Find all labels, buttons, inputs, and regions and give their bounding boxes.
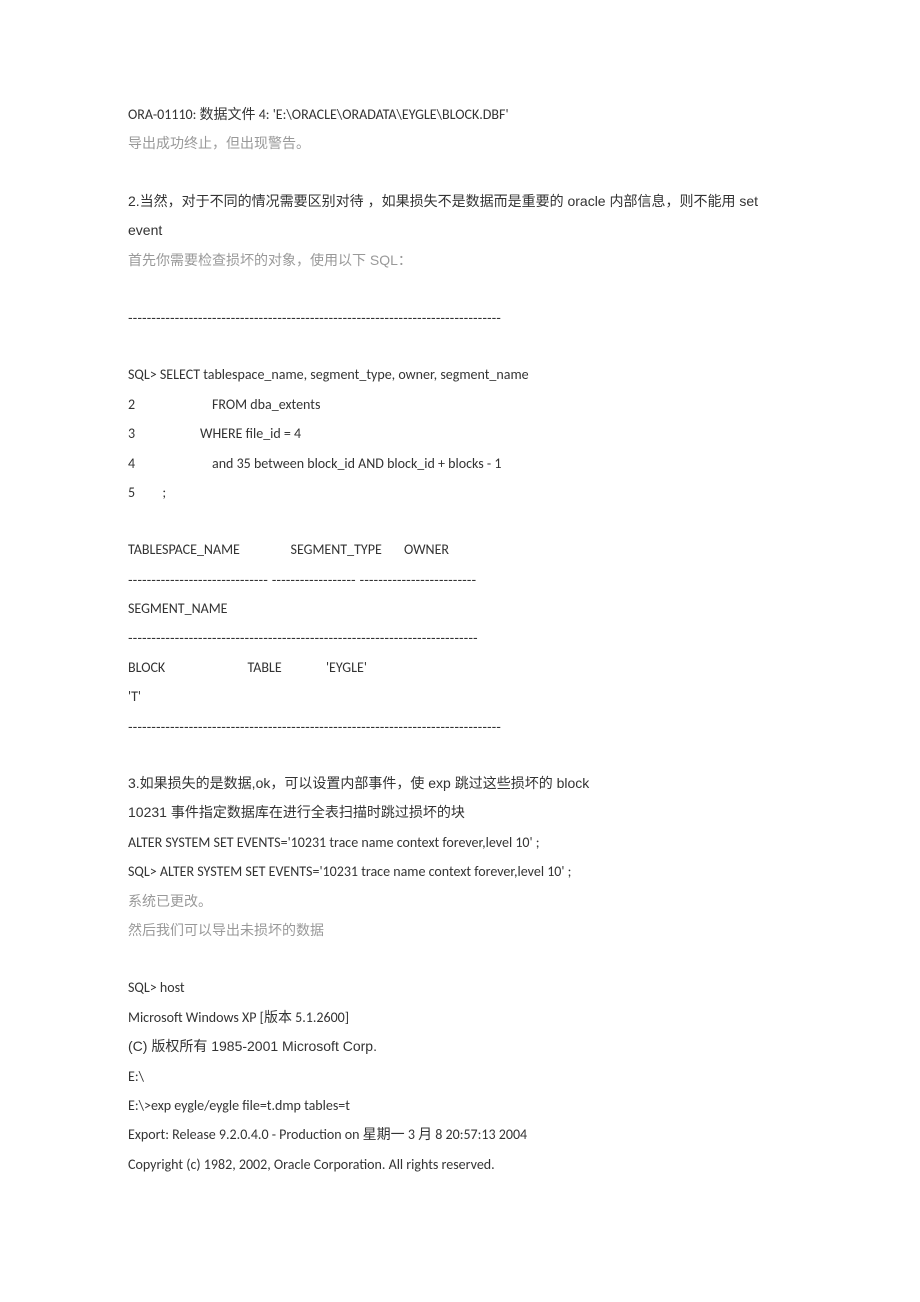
sql-command: SQL> ALTER SYSTEM SET EVENTS='10231 trac…: [128, 857, 792, 886]
system-message: 系统已更改。: [128, 887, 792, 916]
table-header-2: SEGMENT_NAME: [128, 594, 792, 623]
table-row: BLOCK TABLE 'EYGLE': [128, 653, 792, 682]
warning-text: 导出成功终止，但出现警告。: [128, 129, 792, 158]
section-3-text: 3.如果损失的是数据,ok，可以设置内部事件，使 exp 跳过这些损坏的 blo…: [128, 769, 792, 798]
prompt-path: E:\: [128, 1062, 792, 1091]
divider: ----------------------------------------…: [128, 303, 792, 332]
check-instruction: 首先你需要检查损坏的对象，使用以下 SQL：: [128, 246, 792, 275]
sql-clause: FROM dba_extents: [212, 396, 320, 413]
divider: ------------------------------ ---------…: [128, 565, 792, 594]
document-page: ORA-01110: 数据文件 4: 'E:\ORACLE\ORADATA\EY…: [0, 0, 920, 1239]
divider: ----------------------------------------…: [128, 623, 792, 652]
error-line: ORA-01110: 数据文件 4: 'E:\ORACLE\ORADATA\EY…: [128, 100, 792, 129]
windows-version: Microsoft Windows XP [版本 5.1.2600]: [128, 1003, 792, 1032]
sql-line-4: 4 and 35 between block_id AND block_id + …: [128, 449, 792, 478]
oracle-copyright: Copyright (c) 1982, 2002, Oracle Corpora…: [128, 1150, 792, 1179]
export-release: Export: Release 9.2.0.4.0 - Production o…: [128, 1120, 792, 1149]
sql-line-2: 2 FROM dba_extents: [128, 390, 792, 419]
table-row: 'T': [128, 682, 792, 711]
section-2-text: 2.当然，对于不同的情况需要区别对待 ，如果损失不是数据而是重要的 oracle…: [128, 187, 792, 246]
host-command: SQL> host: [128, 973, 792, 1002]
sql-clause: WHERE file_id = 4: [200, 425, 301, 442]
sql-line-1: SQL> SELECT tablespace_name, segment_typ…: [128, 360, 792, 389]
copyright-line: (C) 版权所有 1985-2001 Microsoft Corp.: [128, 1032, 792, 1061]
line-number: 4: [128, 449, 156, 478]
exp-command: E:\>exp eygle/eygle file=t.dmp tables=t: [128, 1091, 792, 1120]
sql-line-3: 3 WHERE file_id = 4: [128, 419, 792, 448]
sql-clause: and 35 between block_id AND block_id + b…: [212, 455, 501, 472]
line-number: 2: [128, 390, 156, 419]
line-number: 3: [128, 419, 156, 448]
event-description: 10231 事件指定数据库在进行全表扫描时跳过损坏的块: [128, 798, 792, 827]
table-header-1: TABLESPACE_NAME SEGMENT_TYPE OWNER: [128, 535, 792, 564]
export-instruction: 然后我们可以导出未损坏的数据: [128, 916, 792, 945]
divider: ----------------------------------------…: [128, 712, 792, 741]
sql-command: ALTER SYSTEM SET EVENTS='10231 trace nam…: [128, 828, 792, 857]
line-number: 5: [128, 478, 156, 507]
sql-terminator: ;: [162, 484, 166, 501]
sql-line-5: 5 ;: [128, 478, 792, 507]
